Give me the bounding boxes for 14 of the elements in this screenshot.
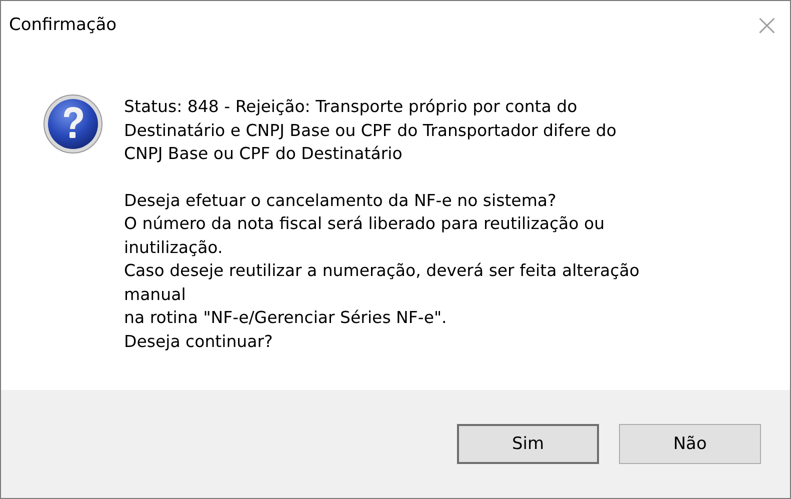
message-line: Deseja continuar? (124, 330, 274, 352)
message-line: Status: 848 - Rejeição: Transporte próprio por conta do (124, 96, 578, 118)
dialog-button[interactable]: Não (619, 424, 761, 464)
message-line: CNPJ Base ou CPF do Destinatário (124, 143, 404, 165)
question-icon (42, 93, 104, 155)
dialog-button[interactable]: Sim (457, 424, 599, 464)
message-line: Deseja efetuar o cancelamento da NF-e no sistema? (124, 190, 558, 212)
message-line: Destinatário e CNPJ Base ou CPF do Transportador difere do (124, 120, 618, 142)
message-line: na rotina "NF-e/Gerenciar Séries NF-e". (124, 307, 448, 329)
message-line: O número da nota fiscal será liberado para reutilização ou (124, 213, 606, 235)
window-title: Confirmação (9, 15, 117, 35)
message-line: Caso deseje reutilizar a numeração, deverá ser feita alteração (124, 260, 640, 282)
message-line: inutilização. (124, 236, 224, 258)
message-line: manual (124, 284, 187, 306)
